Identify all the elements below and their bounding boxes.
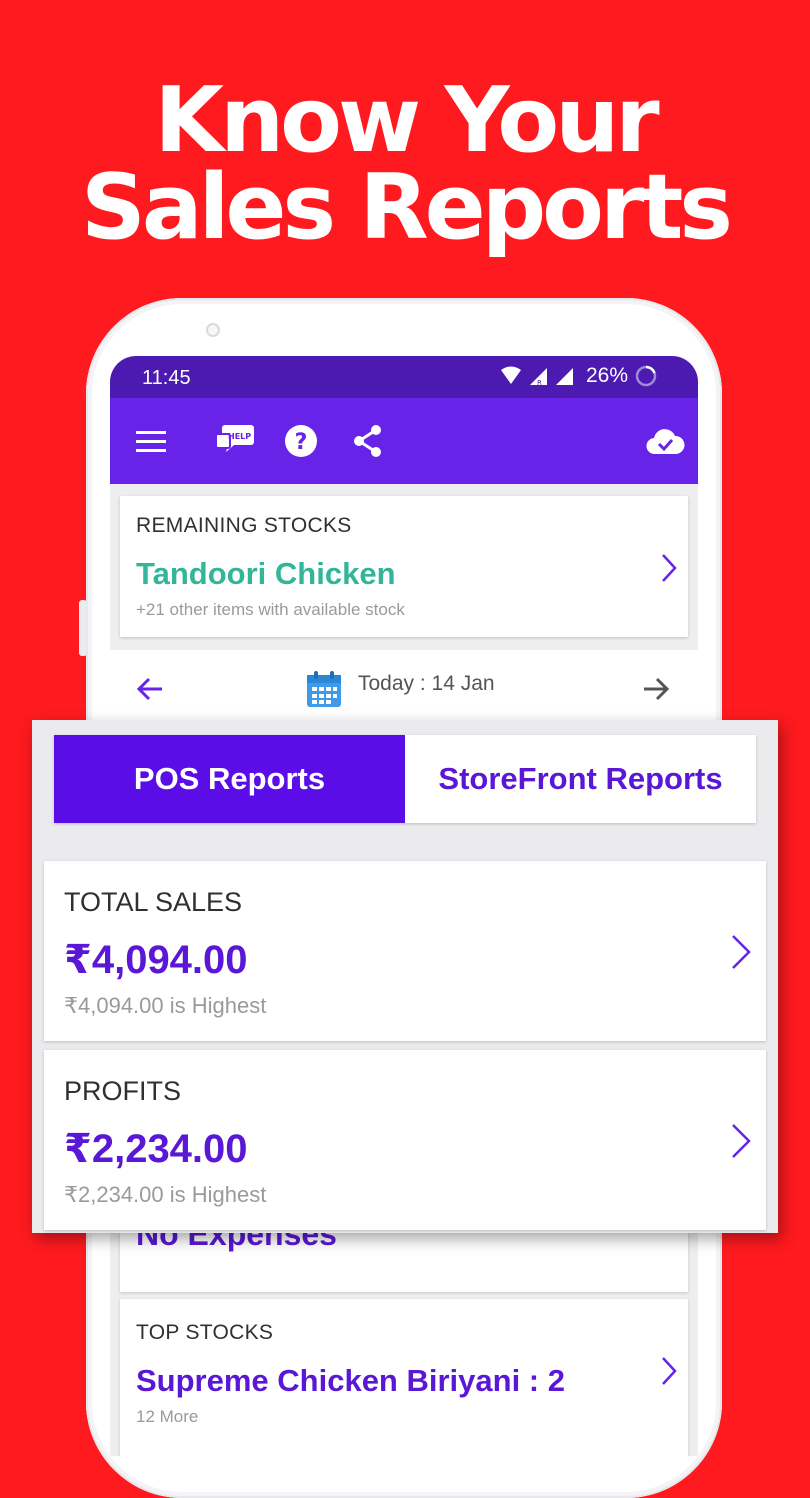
- front-camera: [206, 323, 220, 337]
- battery-ring-icon: [635, 365, 657, 387]
- top-stock-note: 12 More: [136, 1407, 199, 1426]
- profits-note: ₹2,234.00 is Highest: [64, 1182, 267, 1207]
- top-stocks-card[interactable]: TOP STOCKS Supreme Chicken Biriyani : 2 …: [120, 1299, 688, 1456]
- headline-line-2: Sales Reports: [81, 155, 733, 260]
- question-icon[interactable]: ?: [284, 424, 318, 458]
- svg-text:R: R: [537, 379, 542, 386]
- total-sales-note: ₹4,094.00 is Highest: [64, 993, 267, 1018]
- remaining-stocks-label: REMAINING STOCKS: [136, 514, 352, 537]
- chevron-right-icon: [662, 1357, 677, 1385]
- tab-storefront-reports[interactable]: StoreFront Reports: [405, 735, 756, 823]
- remaining-stock-note: +21 other items with available stock: [136, 600, 405, 619]
- wifi-icon: [500, 366, 521, 384]
- chevron-right-icon: [732, 1124, 751, 1158]
- svg-text:?: ?: [295, 430, 308, 455]
- menu-icon[interactable]: [136, 430, 168, 454]
- date-label: Today : 14 Jan: [358, 672, 495, 695]
- next-day-arrow-icon[interactable]: [642, 676, 670, 702]
- share-icon[interactable]: [352, 424, 384, 458]
- profits-label: PROFITS: [64, 1076, 182, 1106]
- remaining-stocks-card[interactable]: REMAINING STOCKS Tandoori Chicken +21 ot…: [120, 496, 688, 637]
- signal-icon-2: [555, 368, 573, 385]
- prev-day-arrow-icon[interactable]: [136, 676, 164, 702]
- remaining-stock-item: Tandoori Chicken: [136, 556, 396, 591]
- total-sales-card[interactable]: TOTAL SALES ₹4,094.00 ₹4,094.00 is Highe…: [44, 861, 766, 1041]
- app-bar: HELP ?: [110, 398, 698, 484]
- help-chat-icon[interactable]: HELP: [214, 422, 256, 458]
- profits-amount: ₹2,234.00: [64, 1127, 248, 1171]
- help-badge-text: HELP: [228, 432, 251, 441]
- calendar-icon[interactable]: [306, 670, 342, 708]
- profits-card[interactable]: PROFITS ₹2,234.00 ₹2,234.00 is Highest: [44, 1050, 766, 1230]
- total-sales-label: TOTAL SALES: [64, 887, 243, 917]
- cloud-sync-icon[interactable]: [645, 426, 685, 456]
- chevron-right-icon: [732, 935, 751, 969]
- top-stocks-label: TOP STOCKS: [136, 1321, 274, 1344]
- chevron-right-icon: [662, 554, 677, 582]
- status-bar: 11:45 R 26%: [110, 356, 698, 398]
- status-icons: R 26%: [500, 364, 658, 388]
- top-stock-item: Supreme Chicken Biriyani : 2: [136, 1363, 565, 1398]
- date-navigator: Today : 14 Jan: [110, 650, 698, 730]
- headline-line-1: Know Your: [154, 68, 659, 173]
- status-time: 11:45: [142, 367, 191, 389]
- battery-level: 26%: [585, 364, 628, 387]
- total-sales-amount: ₹4,094.00: [64, 938, 248, 982]
- reports-overlay-panel: POS Reports StoreFront Reports TOTAL SAL…: [32, 720, 778, 1233]
- signal-icon: R: [529, 368, 547, 386]
- tab-pos-reports[interactable]: POS Reports: [54, 735, 405, 823]
- report-tabs: POS Reports StoreFront Reports: [54, 735, 756, 823]
